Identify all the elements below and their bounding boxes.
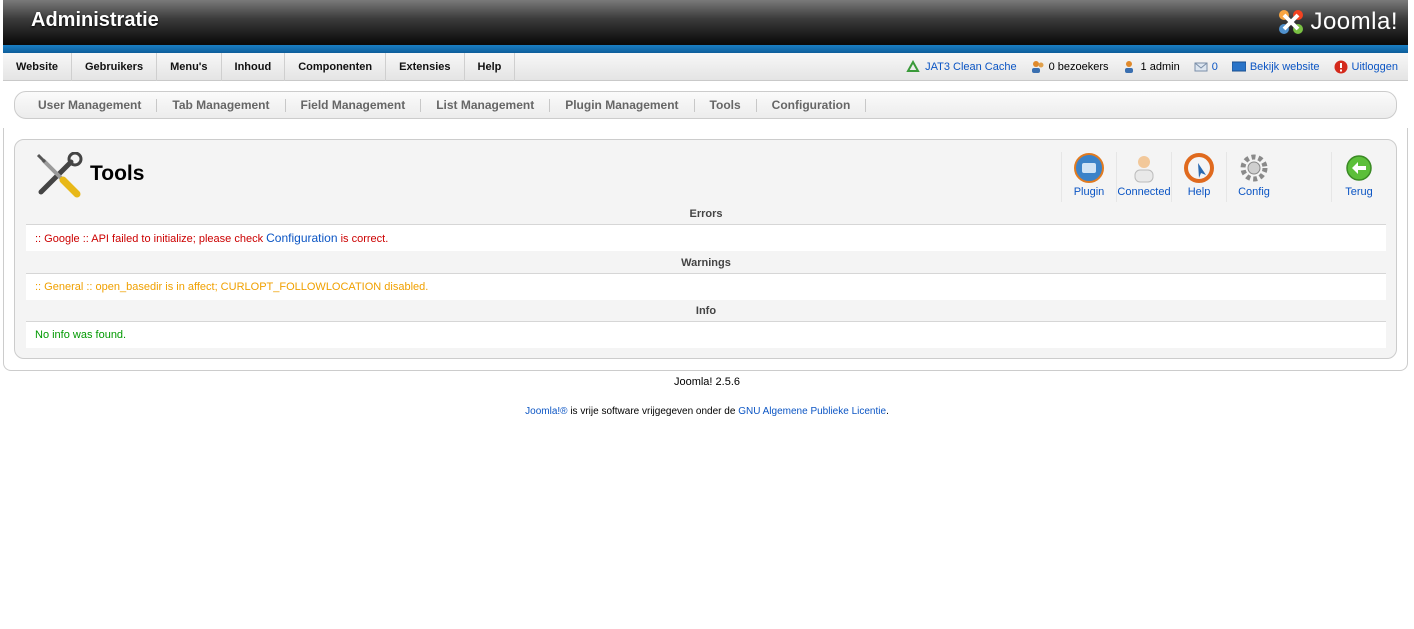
logout-label: Uitloggen: [1351, 61, 1398, 73]
menu-extensies[interactable]: Extensies: [386, 53, 465, 81]
error-prefix: :: Google :: API failed to initialize; p…: [35, 233, 267, 245]
help-label: Help: [1187, 186, 1211, 198]
error-message: :: Google :: API failed to initialize; p…: [26, 225, 1386, 251]
back-arrow-icon: [1346, 155, 1372, 181]
menu-inhoud[interactable]: Inhoud: [222, 53, 286, 81]
mail-icon: [1194, 62, 1208, 72]
users-icon: [1031, 61, 1044, 73]
menu-website[interactable]: Website: [3, 53, 72, 81]
view-site-link[interactable]: Bekijk website: [1231, 61, 1320, 73]
menu-componenten[interactable]: Componenten: [285, 53, 387, 81]
component-submenu: User Management Tab Management Field Man…: [14, 91, 1397, 119]
logout-link[interactable]: Uitloggen: [1334, 60, 1398, 74]
joomla-logo-icon: [1279, 10, 1304, 34]
footer-end: .: [886, 406, 889, 417]
help-icon: [1184, 153, 1214, 183]
footer-license: Joomla!® is vrije software vrijgegeven o…: [0, 406, 1414, 417]
gear-icon: [1240, 154, 1268, 182]
back-label: Terug: [1345, 186, 1373, 198]
connected-label: Connected: [1117, 186, 1171, 198]
tools-panel: Tools Plugin Connected Help Config Terug…: [14, 139, 1397, 359]
recycle-icon: [906, 60, 920, 72]
back-button[interactable]: Terug: [1331, 152, 1386, 202]
view-site-label: Bekijk website: [1249, 61, 1320, 73]
submenu-configuration[interactable]: Configuration: [757, 98, 867, 112]
clean-cache-label: JAT3 Clean Cache: [925, 61, 1017, 73]
plugin-icon: [1074, 153, 1104, 183]
user-icon: [1134, 156, 1154, 183]
info-heading: Info: [26, 300, 1386, 322]
warnings-section: Warnings :: General :: open_basedir is i…: [26, 252, 1386, 300]
submenu-list-management[interactable]: List Management: [421, 98, 551, 112]
submenu-tab-management[interactable]: Tab Management: [157, 98, 286, 112]
toolbar: Plugin Connected Help Config Terug: [1061, 152, 1386, 202]
menu-menus[interactable]: Menu's: [157, 53, 222, 81]
footer-middle-text: is vrije software vrijgegeven onder de: [567, 406, 739, 417]
info-message: No info was found.: [35, 329, 127, 341]
visitors-count: 0 bezoekers: [1031, 60, 1109, 74]
header-strip: [3, 45, 1408, 53]
submenu-tools[interactable]: Tools: [695, 98, 757, 112]
errors-heading: Errors: [26, 203, 1386, 225]
menu-gebruikers[interactable]: Gebruikers: [72, 53, 158, 81]
admin-title: Administratie: [31, 9, 159, 31]
messages-count: 0: [1211, 61, 1218, 73]
admin-user-icon: [1124, 61, 1133, 73]
monitor-icon: [1231, 61, 1246, 72]
submenu-user-management[interactable]: User Management: [23, 98, 158, 112]
admins-count: 1 admin: [1123, 60, 1180, 74]
menu-help[interactable]: Help: [465, 53, 516, 81]
admin-header: Administratie Joomla!: [3, 0, 1408, 53]
gpl-license-link[interactable]: GNU Algemene Publieke Licentie: [738, 406, 886, 417]
page-title: Tools: [90, 162, 145, 185]
joomla-logo: Joomla!: [1276, 6, 1398, 38]
config-label: Config: [1238, 186, 1270, 198]
submenu-plugin-management[interactable]: Plugin Management: [550, 98, 695, 112]
logout-icon: [1334, 60, 1348, 74]
connected-button[interactable]: Connected: [1116, 152, 1171, 202]
info-section: Info No info was found.: [26, 300, 1386, 348]
joomla-link[interactable]: Joomla!®: [525, 406, 567, 417]
warning-message: :: General :: open_basedir is in affect;…: [35, 281, 429, 293]
footer-version: Joomla! 2.5.6: [673, 376, 741, 388]
admins-label: 1 admin: [1140, 61, 1180, 73]
messages-link[interactable]: 0: [1194, 60, 1218, 74]
status-bar: JAT3 Clean Cache 0 bezoekers 1 admin 0 B…: [905, 53, 1398, 81]
error-suffix: is correct.: [337, 233, 389, 245]
joomla-logo-text: Joomla!: [1310, 8, 1398, 35]
errors-section: Errors :: Google :: API failed to initia…: [26, 203, 1386, 251]
clean-cache-link[interactable]: JAT3 Clean Cache: [905, 60, 1017, 74]
help-button[interactable]: Help: [1171, 152, 1226, 202]
configuration-link[interactable]: Configuration: [266, 231, 337, 245]
plugin-button[interactable]: Plugin: [1061, 152, 1116, 202]
plugin-label: Plugin: [1073, 186, 1105, 198]
tools-icon: [36, 152, 83, 198]
main-menubar: Website Gebruikers Menu's Inhoud Compone…: [3, 53, 1408, 81]
warnings-heading: Warnings: [26, 252, 1386, 274]
submenu-field-management[interactable]: Field Management: [286, 98, 422, 112]
visitors-label: 0 bezoekers: [1048, 61, 1109, 73]
config-button[interactable]: Config: [1226, 152, 1281, 202]
